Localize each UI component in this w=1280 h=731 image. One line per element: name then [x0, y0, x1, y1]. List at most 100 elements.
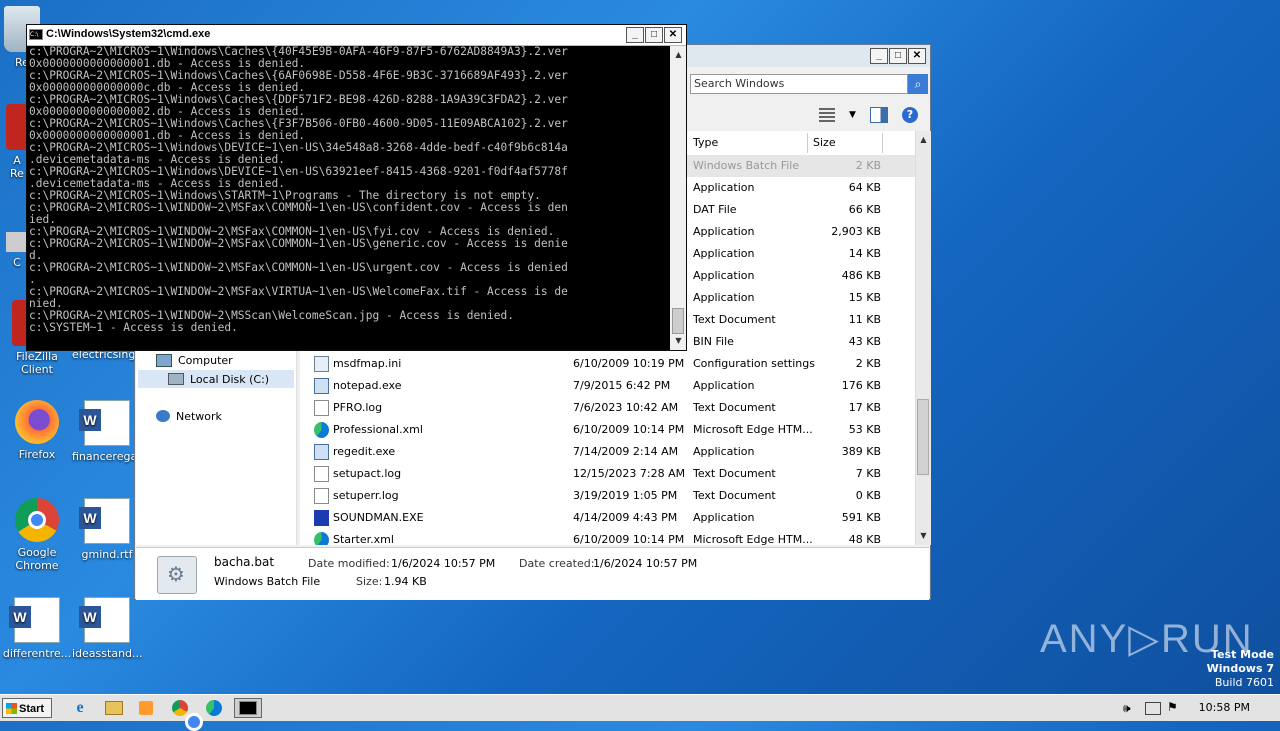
action-center-flag-icon[interactable]: ⚑ [1167, 700, 1178, 714]
file-date: 3/19/2019 1:05 PM [573, 489, 678, 502]
file-type: Application [693, 291, 755, 304]
config-file-icon [314, 356, 329, 372]
file-type: Application [693, 247, 755, 260]
cmd-output[interactable]: c:\PROGRA~2\MICROS~1\Windows\Caches\{40F… [29, 46, 669, 348]
close-button[interactable]: ✕ [908, 48, 926, 64]
file-type: Configuration settings [693, 357, 815, 370]
volume-icon[interactable]: 🕪 [1123, 701, 1131, 716]
details-created-value: 1/6/2024 10:57 PM [593, 557, 698, 570]
cmd-title: C:\Windows\System32\cmd.exe [46, 28, 211, 40]
file-type: Text Document [693, 401, 776, 414]
file-row[interactable]: regedit.exe 7/14/2009 2:14 AM Application 3… [300, 441, 915, 463]
file-size: 0 KB [855, 489, 881, 502]
file-name: SOUNDMAN.EXE [333, 511, 424, 524]
cmd-icon: C:\ [29, 29, 43, 40]
file-row[interactable]: SOUNDMAN.EXE 4/14/2009 4:43 PM Application… [300, 507, 915, 529]
file-name: Professional.xml [333, 423, 423, 436]
cmd-titlebar[interactable]: C:\ C:\Windows\System32\cmd.exe _ □ ✕ [27, 25, 686, 46]
view-options-icon[interactable] [819, 108, 835, 122]
chevron-down-icon[interactable]: ▼ [849, 110, 856, 120]
file-name: setupact.log [333, 467, 402, 480]
desktop-icon-financerega[interactable]: financerega... [72, 400, 148, 463]
file-type: Application [693, 445, 755, 458]
cmd-output-line: c:\SYSTEM~1 - Access is denied. [29, 321, 238, 334]
file-size: 17 KB [848, 401, 881, 414]
ie-icon[interactable]: e [68, 698, 92, 718]
details-filetype: Windows Batch File [214, 575, 321, 588]
file-size: 7 KB [855, 467, 881, 480]
nav-item-local-disk[interactable]: Local Disk (C:) [138, 370, 294, 388]
cmd-window-controls: _ □ ✕ [626, 27, 682, 43]
minimize-button[interactable]: _ [626, 27, 644, 43]
scroll-up-arrow[interactable]: ▲ [672, 48, 685, 62]
desktop-icon-ideasstand[interactable]: ideasstand... [72, 597, 143, 660]
details-modified-value: 1/6/2024 10:57 PM [391, 557, 496, 570]
close-button[interactable]: ✕ [664, 27, 682, 43]
file-date: 7/6/2023 10:42 AM [573, 401, 679, 414]
maximize-button[interactable]: □ [645, 27, 663, 43]
scrollbar-thumb[interactable] [672, 308, 684, 334]
desktop-icon-gmind[interactable]: gmind.rtf [72, 498, 142, 561]
start-button[interactable]: Start [2, 698, 52, 718]
file-type: Microsoft Edge HTM... [693, 533, 813, 545]
taskbar-clock[interactable]: 10:58 PM [1199, 701, 1250, 714]
cmd-output-line: c:\PROGRA~2\MICROS~1\WINDOW~2\MSFax\COMM… [29, 201, 568, 214]
soundman-icon [314, 510, 329, 526]
cmd-icon[interactable] [234, 698, 262, 718]
file-date: 7/9/2015 6:42 PM [573, 379, 671, 392]
edge-icon[interactable] [202, 698, 226, 718]
file-size: 53 KB [848, 423, 881, 436]
network-icon [156, 410, 170, 422]
search-input[interactable]: Search Windows [690, 74, 908, 94]
explorer-icon[interactable] [102, 698, 126, 718]
help-icon[interactable]: ? [901, 107, 918, 123]
search-icon[interactable]: ⌕ [908, 74, 928, 94]
drive-icon [168, 373, 184, 385]
desktop-icon-differentre[interactable]: differentre... [2, 597, 72, 660]
cmd-output-line: c:\PROGRA~2\MICROS~1\WINDOW~2\MSFax\COMM… [29, 261, 568, 274]
file-row[interactable]: Professional.xml 6/10/2009 10:14 PM Micros… [300, 419, 915, 441]
details-pane: bacha.bat Windows Batch File Date modifi… [136, 547, 929, 600]
scrollbar-thumb[interactable] [917, 399, 929, 475]
media-player-icon[interactable] [134, 698, 158, 718]
column-header-type[interactable]: Type [688, 133, 808, 153]
view-toolbar: ▼ ? [819, 107, 918, 123]
word-doc-icon [9, 597, 60, 643]
maximize-button[interactable]: □ [889, 48, 907, 64]
scroll-down-arrow[interactable]: ▼ [917, 529, 930, 543]
cmd-scrollbar[interactable]: ▲ ▼ [670, 46, 686, 350]
desktop-icon-firefox[interactable]: Firefox [2, 400, 72, 461]
file-row[interactable]: PFRO.log 7/6/2023 10:42 AM Text Document 17… [300, 397, 915, 419]
file-row[interactable]: setuperr.log 3/19/2019 1:05 PM Text Docume… [300, 485, 915, 507]
file-size: 48 KB [848, 533, 881, 545]
word-doc-icon [79, 597, 130, 643]
cmd-output-line: c:\PROGRA~2\MICROS~1\WINDOW~2\MSFax\COMM… [29, 237, 568, 250]
minimize-button[interactable]: _ [870, 48, 888, 64]
file-type: Windows Batch File [693, 159, 800, 172]
file-size: 43 KB [848, 335, 881, 348]
file-row[interactable]: setupact.log 12/15/2023 7:28 AM Text Docum… [300, 463, 915, 485]
chrome-icon[interactable] [168, 698, 203, 731]
file-size: 11 KB [848, 313, 881, 326]
file-list-scrollbar[interactable]: ▲ ▼ [915, 131, 931, 545]
regedit-icon [314, 444, 329, 460]
file-row[interactable]: msdfmap.ini 6/10/2009 10:19 PM Configurati… [300, 353, 915, 375]
word-doc-icon [79, 400, 130, 446]
file-row[interactable]: Starter.xml 6/10/2009 10:14 PM Microsoft E… [300, 529, 915, 545]
scroll-up-arrow[interactable]: ▲ [917, 133, 930, 147]
explorer-window-controls: _ □ ✕ [870, 48, 926, 64]
details-size-label: Size: [356, 575, 383, 588]
computer-icon [156, 353, 172, 367]
nav-item-network[interactable]: Network [156, 407, 222, 425]
file-type: Text Document [693, 467, 776, 480]
scroll-down-arrow[interactable]: ▼ [672, 334, 685, 348]
preview-pane-icon[interactable] [869, 107, 888, 123]
file-row[interactable]: notepad.exe 7/9/2015 6:42 PM Application 17… [300, 375, 915, 397]
file-size: 591 KB [841, 511, 881, 524]
desktop-icon-chrome[interactable]: Google Chrome [2, 498, 72, 572]
nav-item-computer[interactable]: Computer [156, 351, 233, 369]
file-type: BIN File [693, 335, 734, 348]
network-tray-icon[interactable] [1145, 702, 1161, 715]
text-file-icon [314, 466, 329, 482]
column-header-size[interactable]: Size [808, 133, 883, 153]
